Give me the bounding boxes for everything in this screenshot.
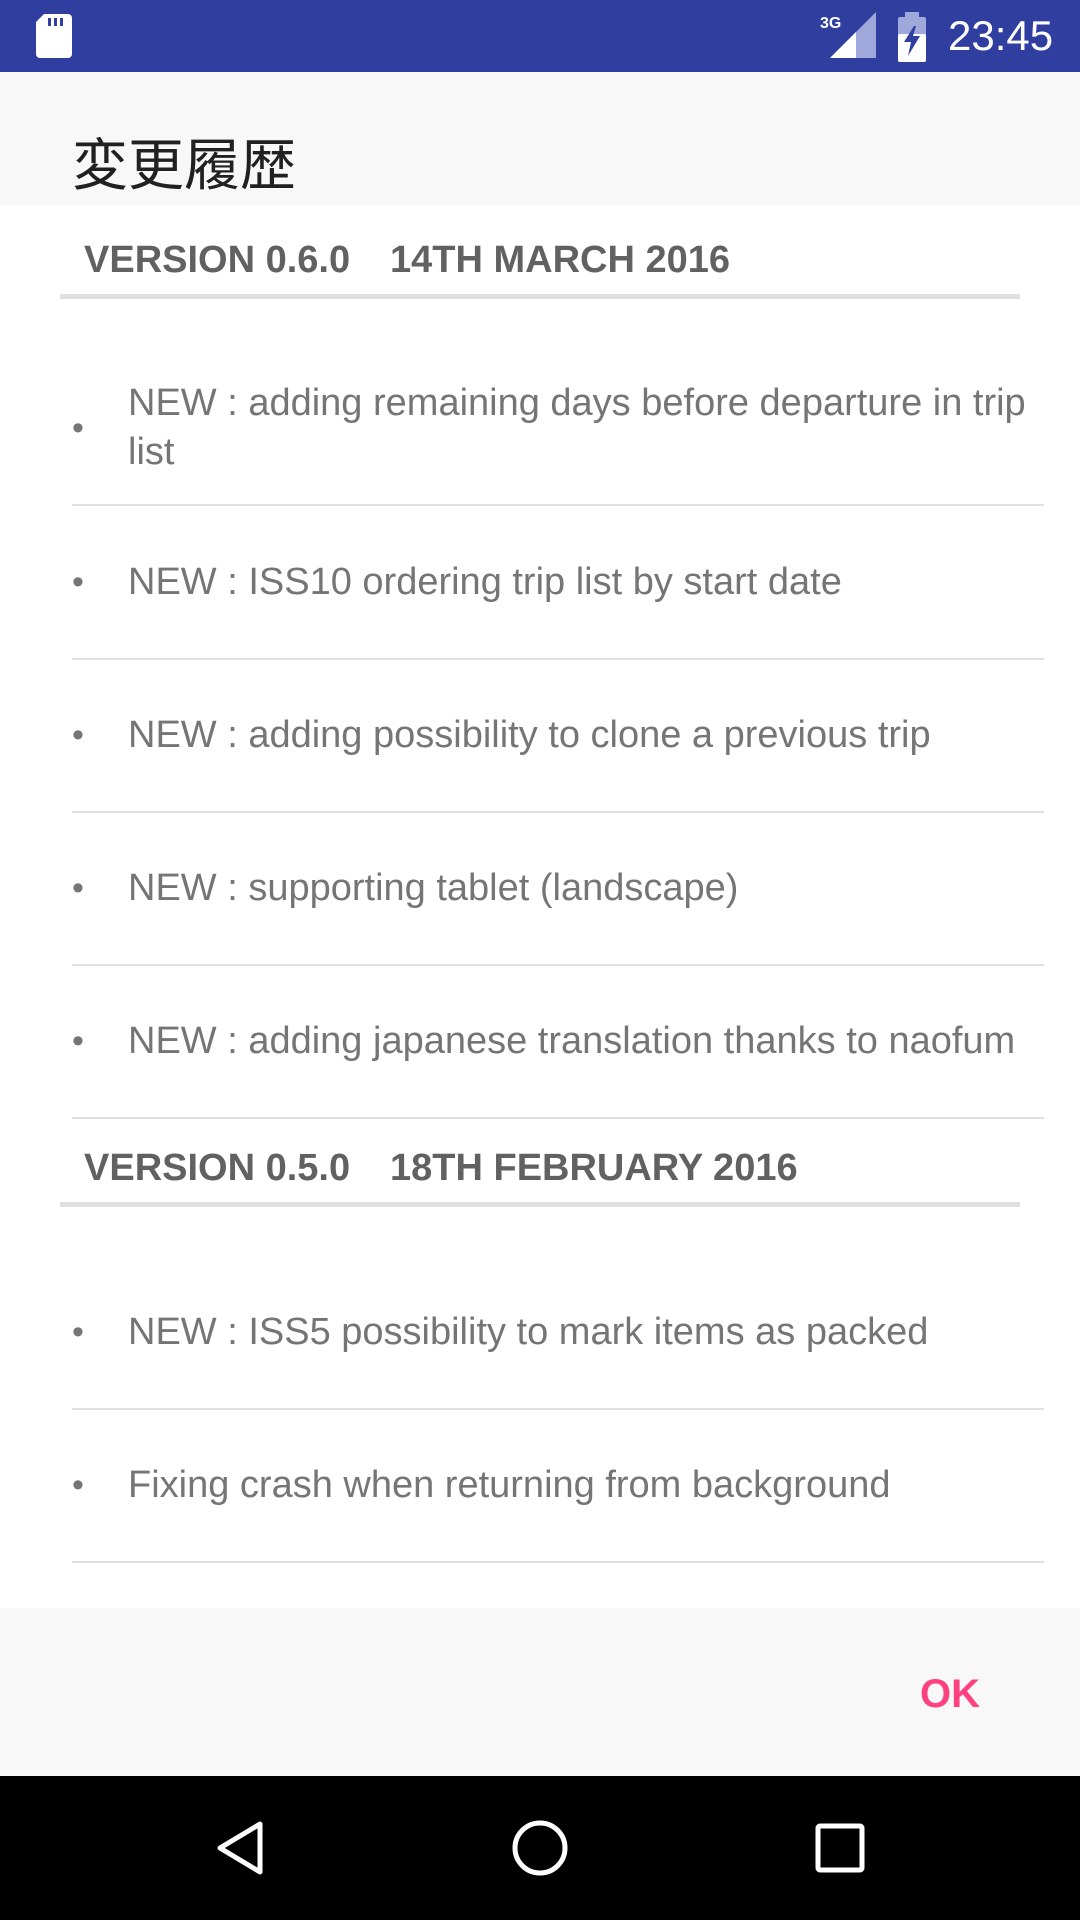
version-label: VERSION 0.6.0	[84, 239, 351, 281]
entry-text: Fixing crash when returning from backgro…	[128, 1463, 891, 1506]
bullet: •	[72, 563, 84, 601]
bullet: •	[72, 869, 84, 907]
dialog-title: 変更履歴	[72, 134, 296, 199]
screen: 3G 23:45 変更履歴 VERSION 0.6.0 14TH MARCH 2…	[0, 0, 1080, 1920]
version-header: VERSION 0.5.0 18TH FEBRUARY 2016	[60, 1142, 1020, 1207]
status-bar: 3G 23:45	[0, 0, 1080, 72]
version-label: VERSION 0.5.0	[84, 1147, 351, 1189]
battery-charging-icon	[898, 12, 926, 62]
version-header: VERSION 0.6.0 14TH MARCH 2016	[60, 234, 1020, 299]
signal-icon: 3G	[820, 12, 876, 58]
bullet: •	[72, 716, 84, 754]
network-type-label: 3G	[820, 15, 841, 32]
navigation-bar	[0, 1776, 1080, 1920]
changelog-entry: • NEW : adding possibility to clone a pr…	[72, 659, 1044, 813]
changelog-entry: • NEW : ISS5 possibility to mark items a…	[72, 1256, 1044, 1410]
bullet: •	[72, 1466, 84, 1504]
entry-text: NEW : adding japanese translation thanks…	[128, 1019, 1016, 1062]
changelog-entry: • NEW : adding remaining days before dep…	[72, 352, 1044, 506]
changelog-list[interactable]: VERSION 0.6.0 14TH MARCH 2016 • NEW : ad…	[0, 206, 1080, 1608]
version-date: 14TH MARCH 2016	[390, 239, 730, 281]
status-clock: 23:45	[948, 12, 1054, 59]
entry-text: NEW : adding possibility to clone a prev…	[128, 713, 931, 756]
home-icon[interactable]	[504, 1812, 576, 1884]
entry-text: NEW : ISS5 possibility to mark items as …	[128, 1310, 929, 1353]
changelog-entry: • NEW : adding japanese translation than…	[72, 965, 1044, 1119]
changelog-entry: • NEW : ISS10 ordering trip list by star…	[72, 506, 1044, 660]
ok-button[interactable]: OK	[900, 1664, 1000, 1724]
bullet: •	[72, 1313, 84, 1351]
sd-card-icon	[36, 14, 72, 58]
bullet: •	[72, 1022, 84, 1060]
changelog-entry: • Fixing crash when returning from backg…	[72, 1409, 1044, 1563]
recent-apps-icon[interactable]	[804, 1812, 876, 1884]
bullet: •	[72, 409, 84, 447]
dialog-header: 変更履歴	[0, 72, 1080, 206]
entry-text: NEW : adding remaining days before depar…	[128, 382, 1026, 473]
dialog-footer: OK	[0, 1608, 1080, 1776]
back-icon[interactable]	[204, 1812, 276, 1884]
entry-text: NEW : supporting tablet (landscape)	[128, 866, 739, 909]
version-date: 18TH FEBRUARY 2016	[390, 1147, 798, 1189]
entry-text: NEW : ISS10 ordering trip list by start …	[128, 560, 842, 603]
changelog-entry: • NEW : supporting tablet (landscape)	[72, 812, 1044, 966]
